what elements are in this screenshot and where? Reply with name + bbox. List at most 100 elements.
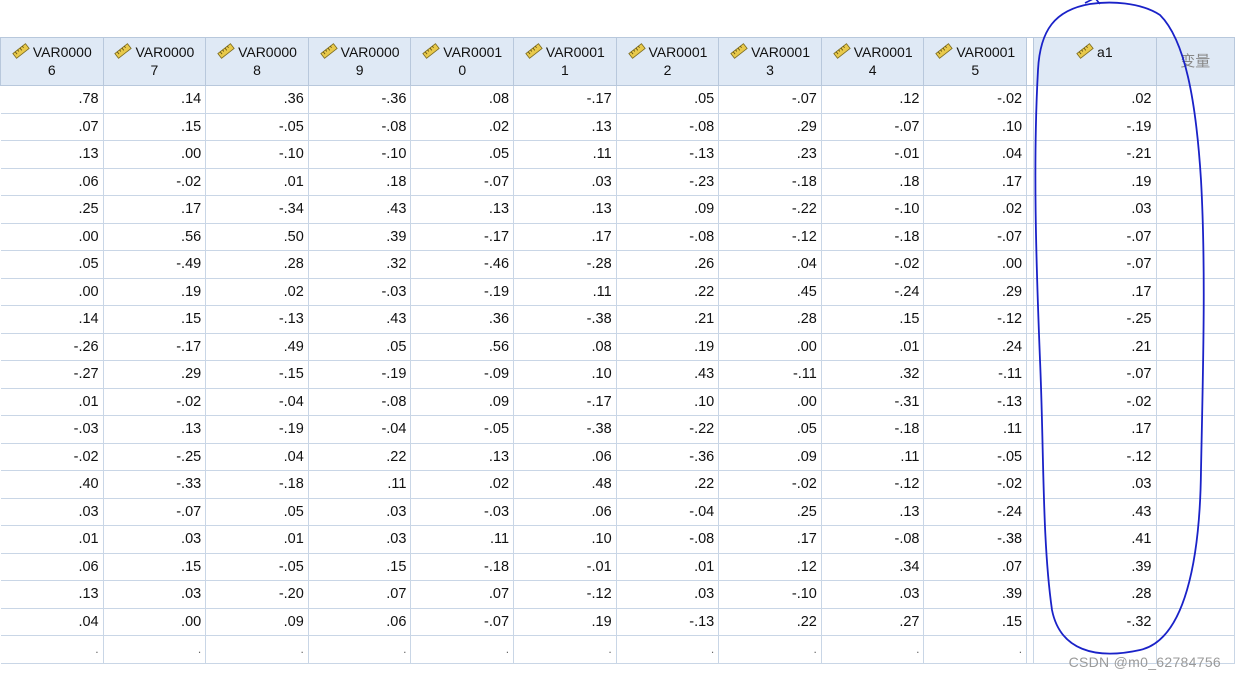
column-header[interactable]: VAR0000 9 bbox=[307, 37, 412, 86]
data-cell[interactable]: .19 bbox=[616, 333, 720, 361]
empty-cell[interactable] bbox=[1156, 333, 1235, 361]
data-cell[interactable]: .12 bbox=[821, 85, 925, 114]
empty-cell[interactable] bbox=[1156, 580, 1235, 609]
data-cell[interactable]: .10 bbox=[616, 388, 720, 416]
data-cell[interactable]: .23 bbox=[718, 140, 822, 169]
data-cell[interactable]: .15 bbox=[308, 553, 412, 581]
data-cell[interactable]: .07 bbox=[0, 113, 104, 141]
data-cell[interactable]: .43 bbox=[616, 360, 720, 389]
a1-cell[interactable]: .21 bbox=[1033, 333, 1157, 361]
data-cell[interactable]: -.18 bbox=[718, 168, 822, 196]
data-cell[interactable]: .06 bbox=[0, 168, 104, 196]
data-cell[interactable]: -.09 bbox=[410, 360, 515, 389]
data-cell[interactable]: -.13 bbox=[616, 608, 720, 636]
data-cell[interactable]: -.38 bbox=[513, 415, 617, 444]
empty-cell[interactable] bbox=[1156, 140, 1235, 169]
data-cell[interactable]: .11 bbox=[308, 470, 412, 499]
data-cell[interactable]: -.02 bbox=[718, 470, 822, 499]
data-cell[interactable]: .11 bbox=[513, 140, 617, 169]
data-cell[interactable]: .29 bbox=[923, 278, 1028, 306]
a1-cell[interactable]: .17 bbox=[1033, 278, 1157, 306]
data-cell[interactable]: .14 bbox=[103, 85, 207, 114]
data-cell[interactable]: .10 bbox=[513, 360, 617, 389]
data-cell[interactable]: .15 bbox=[103, 553, 207, 581]
data-cell[interactable]: .45 bbox=[718, 278, 822, 306]
data-cell[interactable]: -.28 bbox=[513, 250, 617, 279]
data-cell[interactable]: .03 bbox=[308, 498, 412, 526]
a1-cell[interactable]: .28 bbox=[1033, 580, 1157, 609]
data-cell[interactable]: .29 bbox=[103, 360, 207, 389]
data-cell[interactable]: .17 bbox=[103, 195, 207, 224]
data-cell[interactable]: -.17 bbox=[410, 223, 515, 251]
data-cell[interactable]: -.08 bbox=[821, 525, 925, 554]
data-cell[interactable]: -.13 bbox=[616, 140, 720, 169]
data-cell[interactable]: .04 bbox=[0, 608, 104, 636]
data-cell[interactable]: -.05 bbox=[205, 553, 309, 581]
data-cell[interactable]: -.19 bbox=[308, 360, 412, 389]
a1-cell[interactable]: -.12 bbox=[1033, 443, 1157, 471]
data-cell[interactable]: .25 bbox=[718, 498, 822, 526]
column-header[interactable]: VAR0001 1 bbox=[513, 37, 617, 86]
data-cell[interactable]: .34 bbox=[821, 553, 925, 581]
a1-cell[interactable]: -.19 bbox=[1033, 113, 1157, 141]
data-cell[interactable]: .17 bbox=[718, 525, 822, 554]
data-cell[interactable]: .40 bbox=[0, 470, 104, 499]
data-cell[interactable]: .49 bbox=[205, 333, 309, 361]
column-header-a1[interactable]: a1 bbox=[1033, 37, 1157, 86]
data-cell[interactable]: -.12 bbox=[513, 580, 617, 609]
data-cell[interactable]: -.23 bbox=[616, 168, 720, 196]
empty-data-cell[interactable]: . bbox=[0, 635, 104, 664]
data-cell[interactable]: .24 bbox=[923, 333, 1028, 361]
data-cell[interactable]: -.02 bbox=[821, 250, 925, 279]
data-cell[interactable]: -.13 bbox=[923, 388, 1028, 416]
data-cell[interactable]: -.10 bbox=[718, 580, 822, 609]
data-cell[interactable]: .43 bbox=[308, 195, 412, 224]
data-cell[interactable]: -.03 bbox=[410, 498, 515, 526]
data-cell[interactable]: .13 bbox=[410, 195, 515, 224]
data-cell[interactable]: .03 bbox=[103, 525, 207, 554]
empty-data-cell[interactable]: . bbox=[616, 635, 720, 664]
data-cell[interactable]: .10 bbox=[513, 525, 617, 554]
data-cell[interactable]: -.08 bbox=[616, 113, 720, 141]
data-cell[interactable]: .17 bbox=[923, 168, 1028, 196]
data-cell[interactable]: -.26 bbox=[0, 333, 104, 361]
data-cell[interactable]: .18 bbox=[821, 168, 925, 196]
data-cell[interactable]: -.12 bbox=[923, 305, 1028, 334]
data-cell[interactable]: -.18 bbox=[205, 470, 309, 499]
data-cell[interactable]: -.05 bbox=[923, 443, 1028, 471]
data-cell[interactable]: -.12 bbox=[821, 470, 925, 499]
data-cell[interactable]: -.19 bbox=[205, 415, 309, 444]
data-cell[interactable]: .13 bbox=[0, 140, 104, 169]
data-cell[interactable]: .07 bbox=[923, 553, 1028, 581]
data-cell[interactable]: .29 bbox=[718, 113, 822, 141]
data-cell[interactable]: -.25 bbox=[103, 443, 207, 471]
data-cell[interactable]: -.10 bbox=[205, 140, 309, 169]
data-cell[interactable]: -.02 bbox=[923, 85, 1028, 114]
data-cell[interactable]: .32 bbox=[821, 360, 925, 389]
data-cell[interactable]: .27 bbox=[821, 608, 925, 636]
data-cell[interactable]: -.19 bbox=[410, 278, 515, 306]
data-cell[interactable]: -.20 bbox=[205, 580, 309, 609]
data-cell[interactable]: .00 bbox=[0, 223, 104, 251]
data-cell[interactable]: .56 bbox=[410, 333, 515, 361]
data-cell[interactable]: .00 bbox=[923, 250, 1028, 279]
data-cell[interactable]: -.12 bbox=[718, 223, 822, 251]
a1-cell[interactable]: .03 bbox=[1033, 195, 1157, 224]
data-cell[interactable]: .15 bbox=[923, 608, 1028, 636]
data-cell[interactable]: -.18 bbox=[821, 415, 925, 444]
data-cell[interactable]: .19 bbox=[513, 608, 617, 636]
a1-cell[interactable]: .03 bbox=[1033, 470, 1157, 499]
empty-cell[interactable] bbox=[1156, 168, 1235, 196]
data-cell[interactable]: -.36 bbox=[616, 443, 720, 471]
column-header[interactable]: VAR0000 7 bbox=[102, 37, 207, 86]
a1-cell[interactable]: -.21 bbox=[1033, 140, 1157, 169]
data-cell[interactable]: .36 bbox=[410, 305, 515, 334]
data-cell[interactable]: -.18 bbox=[821, 223, 925, 251]
data-cell[interactable]: -.11 bbox=[718, 360, 822, 389]
data-cell[interactable]: -.10 bbox=[821, 195, 925, 224]
data-cell[interactable]: .01 bbox=[205, 168, 309, 196]
data-cell[interactable]: -.38 bbox=[923, 525, 1028, 554]
data-cell[interactable]: .13 bbox=[513, 195, 617, 224]
data-cell[interactable]: .04 bbox=[923, 140, 1028, 169]
empty-cell[interactable] bbox=[1156, 470, 1235, 499]
